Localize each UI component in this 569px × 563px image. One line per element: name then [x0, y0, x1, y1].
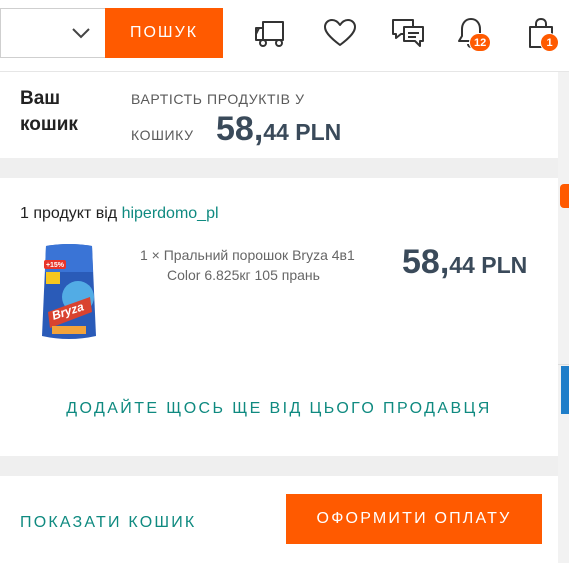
product-image[interactable]: +15% Bryza [40, 242, 98, 344]
search-category-select[interactable] [0, 8, 106, 58]
total-label: ВАРТІСТЬ ПРОДУКТІВ У [131, 91, 305, 107]
cart-button[interactable]: 1 [527, 14, 567, 54]
background-page-peek [558, 72, 569, 563]
product-image-badge: +15% [46, 262, 65, 269]
cart-summary: Ваш кошик ВАРТІСТЬ ПРОДУКТІВ У КОШИКУ 58… [0, 72, 558, 158]
cart-total-price: 58,44 PLN [216, 110, 341, 149]
cart-dropdown: Ваш кошик ВАРТІСТЬ ПРОДУКТІВ У КОШИКУ 58… [0, 72, 558, 563]
seller-section: 1 продукт від hiperdomo_pl +15% Bryza 1 … [0, 178, 558, 456]
add-more-from-seller-link[interactable]: ДОДАЙТЕ ЩОСЬ ЩЕ ВІД ЦЬОГО ПРОДАВЦЯ [0, 400, 558, 418]
product-price-integer: 58, [402, 243, 450, 281]
total-price-fraction: 44 PLN [263, 119, 342, 145]
notifications[interactable]: 12 [456, 14, 496, 54]
cart-badge: 1 [540, 33, 559, 52]
total-label-line2: КОШИКУ [131, 127, 194, 143]
search-button[interactable]: ПОШУК [105, 8, 223, 58]
chat-icon[interactable] [390, 17, 426, 49]
section-divider [0, 158, 558, 178]
background-badge [560, 184, 569, 208]
total-price-integer: 58, [216, 110, 264, 148]
product-name-line2: Color 6.825кг 105 прань [167, 267, 320, 283]
heart-icon[interactable] [323, 18, 357, 48]
checkout-button[interactable]: ОФОРМИТИ ОПЛАТУ [286, 494, 542, 544]
product-price: 58,44 PLN [402, 243, 527, 282]
show-cart-link[interactable]: ПОКАЗАТИ КОШИК [20, 514, 196, 532]
seller-prefix: 1 продукт від [20, 205, 122, 222]
cart-footer: ПОКАЗАТИ КОШИК ОФОРМИТИ ОПЛАТУ [0, 476, 558, 563]
truck-icon[interactable] [253, 18, 293, 50]
chevron-down-icon [72, 28, 90, 39]
header: ПОШУК 12 1 [0, 0, 569, 72]
divider [558, 364, 569, 365]
product-name[interactable]: 1 × Пральний порошок Bryza 4в1 Color 6.8… [140, 245, 390, 285]
notifications-badge: 12 [469, 33, 492, 52]
product-name-line1: 1 × Пральний порошок Bryza 4в1 [140, 247, 355, 263]
product-price-fraction: 44 PLN [449, 252, 528, 278]
cart-title: Ваш кошик [20, 88, 78, 135]
seller-line: 1 продукт від hiperdomo_pl [20, 205, 219, 223]
section-divider [0, 456, 558, 476]
seller-link[interactable]: hiperdomo_pl [122, 205, 219, 222]
background-element [561, 366, 569, 414]
